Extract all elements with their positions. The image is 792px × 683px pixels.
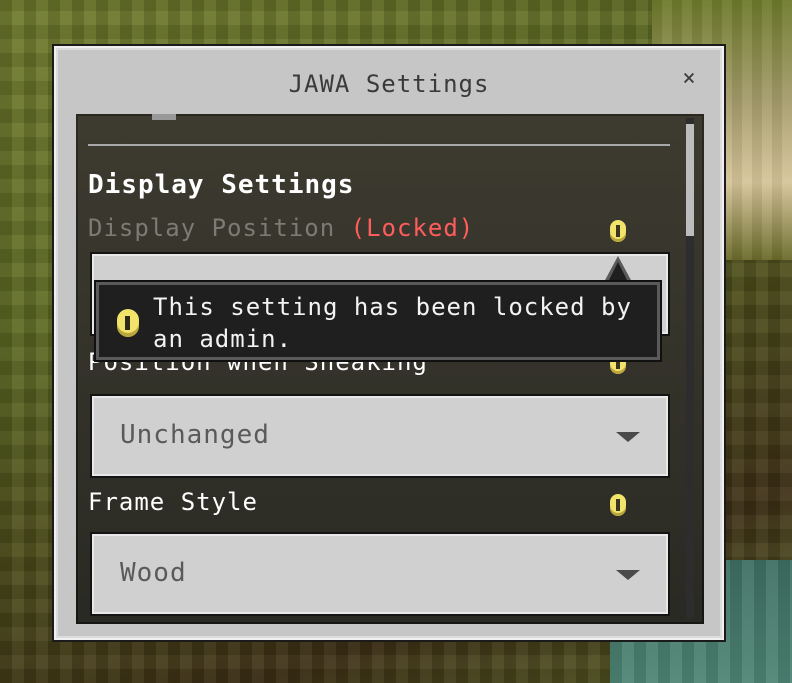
position-when-sneaking-dropdown[interactable]: Unchanged <box>92 396 668 476</box>
setting-label-display-position: Display Position (Locked) <box>88 214 474 242</box>
chevron-down-icon <box>616 432 640 442</box>
info-icon[interactable] <box>610 220 626 242</box>
setting-label-text: Display Position <box>88 214 336 242</box>
settings-content: Display Settings Display Position (Locke… <box>76 114 704 624</box>
dropdown-value: Unchanged <box>120 420 270 450</box>
tooltip-pointer-inner <box>608 262 628 282</box>
tooltip-text: This setting has been locked by an admin… <box>153 293 632 353</box>
scroll-top-nub <box>152 114 176 120</box>
dropdown-value: Wood <box>120 558 187 588</box>
frame-style-dropdown[interactable]: Wood <box>92 534 668 614</box>
section-divider <box>88 144 670 146</box>
scrollbar-thumb[interactable] <box>686 124 694 236</box>
section-heading: Display Settings <box>88 170 355 200</box>
window-title: JAWA Settings <box>288 70 490 98</box>
locked-badge: (Locked) <box>350 214 475 242</box>
setting-label-frame-style: Frame Style <box>88 488 258 516</box>
chevron-down-icon <box>616 570 640 580</box>
close-icon[interactable]: × <box>678 68 700 90</box>
info-icon <box>117 309 139 337</box>
info-icon[interactable] <box>610 494 626 516</box>
locked-tooltip: This setting has been locked by an admin… <box>96 282 660 360</box>
